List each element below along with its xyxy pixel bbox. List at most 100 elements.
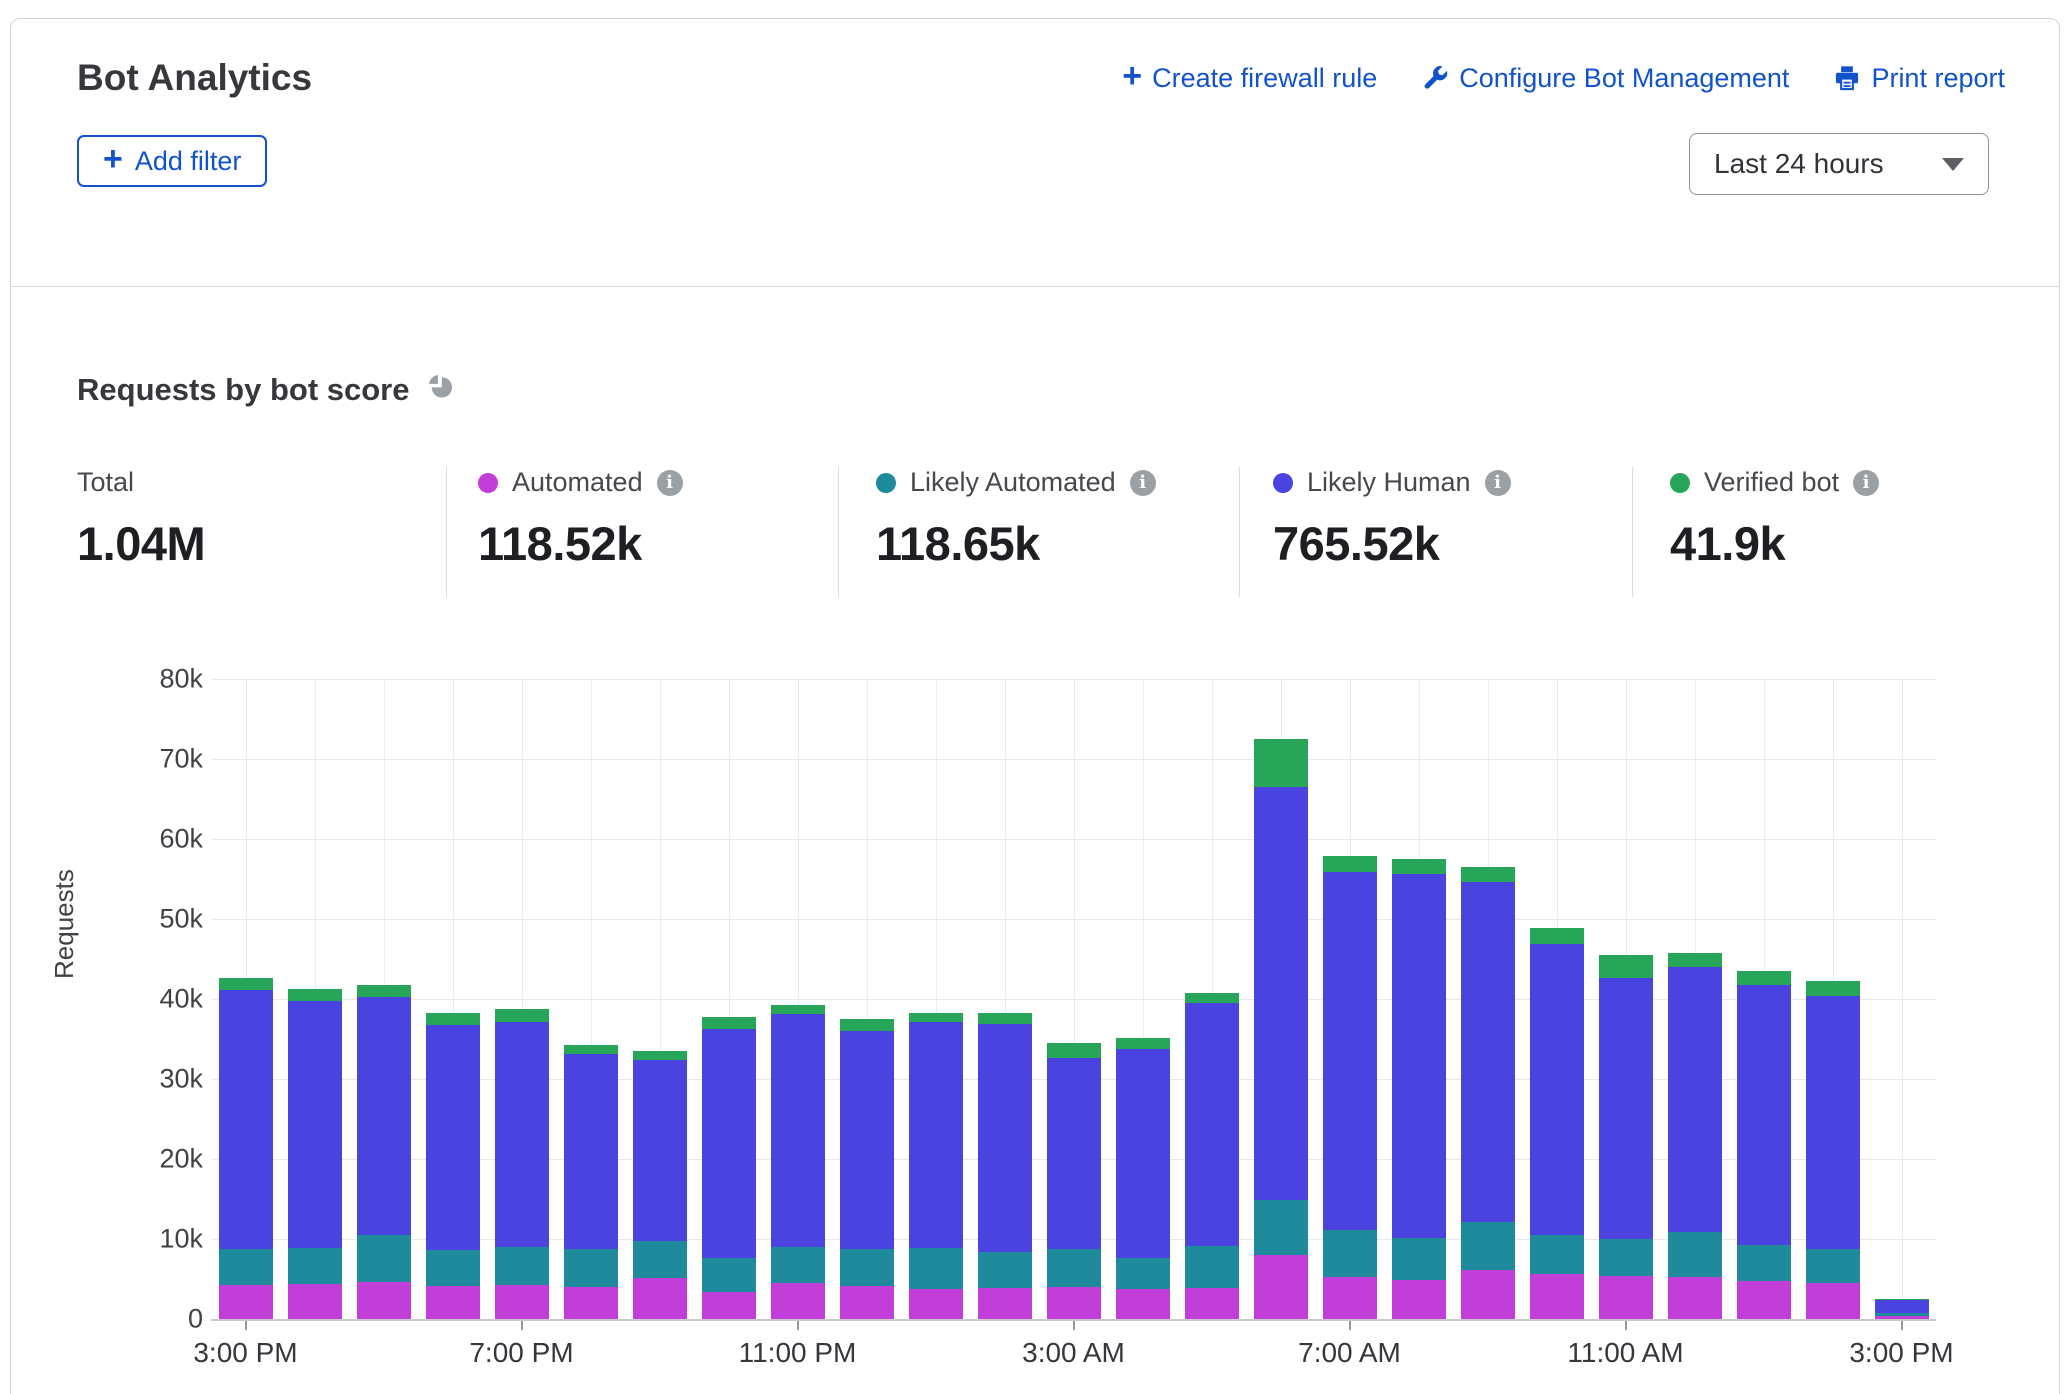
segment-automated — [1254, 1255, 1308, 1319]
segment-likely-automated — [909, 1248, 963, 1289]
x-tick-label: 11:00 AM — [1567, 1337, 1683, 1369]
x-tick-label: 3:00 PM — [193, 1337, 297, 1369]
segment-automated — [1668, 1277, 1722, 1319]
segment-verified-bot — [1737, 971, 1791, 985]
y-tick-label: 30k — [159, 1064, 203, 1095]
bar-1000pm[interactable] — [702, 1017, 756, 1319]
x-tick-mark — [1901, 1321, 1903, 1330]
segment-likely-automated — [840, 1249, 894, 1286]
segment-likely-automated — [1599, 1239, 1653, 1276]
bar-700am[interactable] — [1323, 856, 1377, 1319]
segment-likely-human — [1254, 787, 1308, 1200]
header-actions: + Create firewall rule Configure Bot Man… — [1122, 61, 2005, 95]
segment-likely-automated — [1323, 1230, 1377, 1276]
bar-1100am[interactable] — [1599, 955, 1653, 1319]
x-tick-label: 3:00 PM — [1849, 1337, 1953, 1369]
segment-likely-automated — [288, 1248, 342, 1284]
segment-automated — [219, 1285, 273, 1319]
bar-100pm[interactable] — [1737, 971, 1791, 1319]
bar-1000am[interactable] — [1530, 928, 1584, 1319]
configure-bot-management-label: Configure Bot Management — [1459, 63, 1789, 94]
bar-300pm[interactable] — [1875, 1299, 1929, 1319]
segment-likely-human — [564, 1054, 618, 1249]
segment-likely-human — [495, 1022, 549, 1247]
segment-likely-automated — [702, 1258, 756, 1292]
segment-likely-human — [426, 1025, 480, 1251]
verified-bot-dot-icon — [1670, 473, 1690, 493]
bar-300am[interactable] — [1047, 1043, 1101, 1319]
segment-automated — [357, 1282, 411, 1319]
gridline — [211, 919, 1936, 920]
segment-likely-automated — [426, 1250, 480, 1286]
segment-likely-human — [978, 1024, 1032, 1252]
segment-likely-human — [1668, 967, 1722, 1232]
configure-bot-management-link[interactable]: Configure Bot Management — [1421, 63, 1789, 94]
header-divider — [11, 286, 2059, 287]
segment-likely-human — [771, 1014, 825, 1247]
x-tick-label: 3:00 AM — [1022, 1337, 1125, 1369]
bar-1200pm[interactable] — [1668, 953, 1722, 1319]
info-icon[interactable]: i — [1853, 470, 1879, 496]
segment-verified-bot — [1116, 1038, 1170, 1049]
plot-area[interactable] — [211, 679, 1936, 1319]
segment-likely-automated — [219, 1249, 273, 1285]
info-icon[interactable]: i — [1485, 470, 1511, 496]
stat-verified-bot: Verified bot i 41.9k — [1670, 467, 1879, 571]
y-tick-label: 80k — [159, 664, 203, 695]
segment-likely-human — [1737, 985, 1791, 1246]
segment-automated — [771, 1283, 825, 1319]
info-icon[interactable]: i — [657, 470, 683, 496]
bar-500am[interactable] — [1185, 993, 1239, 1319]
bar-500pm[interactable] — [357, 985, 411, 1319]
section-title: Requests by bot score — [77, 372, 409, 408]
bar-800am[interactable] — [1392, 859, 1446, 1319]
stat-total-value: 1.04M — [77, 516, 205, 571]
segment-likely-human — [1047, 1058, 1101, 1248]
segment-verified-bot — [840, 1019, 894, 1031]
bar-600pm[interactable] — [426, 1013, 480, 1319]
stat-likely-human-label: Likely Human — [1307, 467, 1471, 498]
gridline — [211, 839, 1936, 840]
bar-400pm[interactable] — [288, 989, 342, 1319]
segment-automated — [1392, 1280, 1446, 1319]
bar-1200am[interactable] — [840, 1019, 894, 1319]
create-firewall-rule-link[interactable]: + Create firewall rule — [1122, 61, 1377, 95]
bar-200pm[interactable] — [1806, 981, 1860, 1319]
bar-800pm[interactable] — [564, 1045, 618, 1319]
x-tick-label: 7:00 PM — [469, 1337, 573, 1369]
segment-likely-human — [1392, 874, 1446, 1238]
segment-verified-bot — [978, 1013, 1032, 1023]
segment-likely-human — [1323, 872, 1377, 1230]
automated-dot-icon — [478, 473, 498, 493]
print-report-link[interactable]: Print report — [1833, 63, 2005, 94]
time-range-select[interactable]: Last 24 hours — [1689, 133, 1989, 195]
bar-900pm[interactable] — [633, 1051, 687, 1319]
segment-automated — [633, 1278, 687, 1319]
printer-icon — [1833, 64, 1861, 92]
add-filter-button[interactable]: + Add filter — [77, 135, 267, 187]
bar-900am[interactable] — [1461, 867, 1515, 1319]
segment-verified-bot — [1047, 1043, 1101, 1058]
segment-likely-human — [840, 1031, 894, 1249]
bar-300pm[interactable] — [219, 978, 273, 1319]
segment-verified-bot — [564, 1045, 618, 1055]
stat-verified-bot-label: Verified bot — [1704, 467, 1839, 498]
segment-likely-automated — [1185, 1246, 1239, 1288]
segment-likely-human — [909, 1022, 963, 1248]
info-icon[interactable]: i — [1130, 470, 1156, 496]
bar-700pm[interactable] — [495, 1009, 549, 1319]
segment-automated — [978, 1288, 1032, 1319]
time-range-value: Last 24 hours — [1714, 148, 1884, 180]
x-tick-label: 7:00 AM — [1298, 1337, 1401, 1369]
segment-automated — [1737, 1281, 1791, 1319]
bar-400am[interactable] — [1116, 1038, 1170, 1319]
stat-likely-human: Likely Human i 765.52k — [1273, 467, 1511, 571]
bar-1100pm[interactable] — [771, 1005, 825, 1319]
bar-100am[interactable] — [909, 1013, 963, 1319]
segment-automated — [1461, 1270, 1515, 1319]
bar-200am[interactable] — [978, 1013, 1032, 1319]
bar-600am[interactable] — [1254, 739, 1308, 1319]
segment-likely-human — [1530, 944, 1584, 1235]
x-tick-mark — [1625, 1321, 1627, 1330]
create-firewall-rule-label: Create firewall rule — [1152, 63, 1377, 94]
